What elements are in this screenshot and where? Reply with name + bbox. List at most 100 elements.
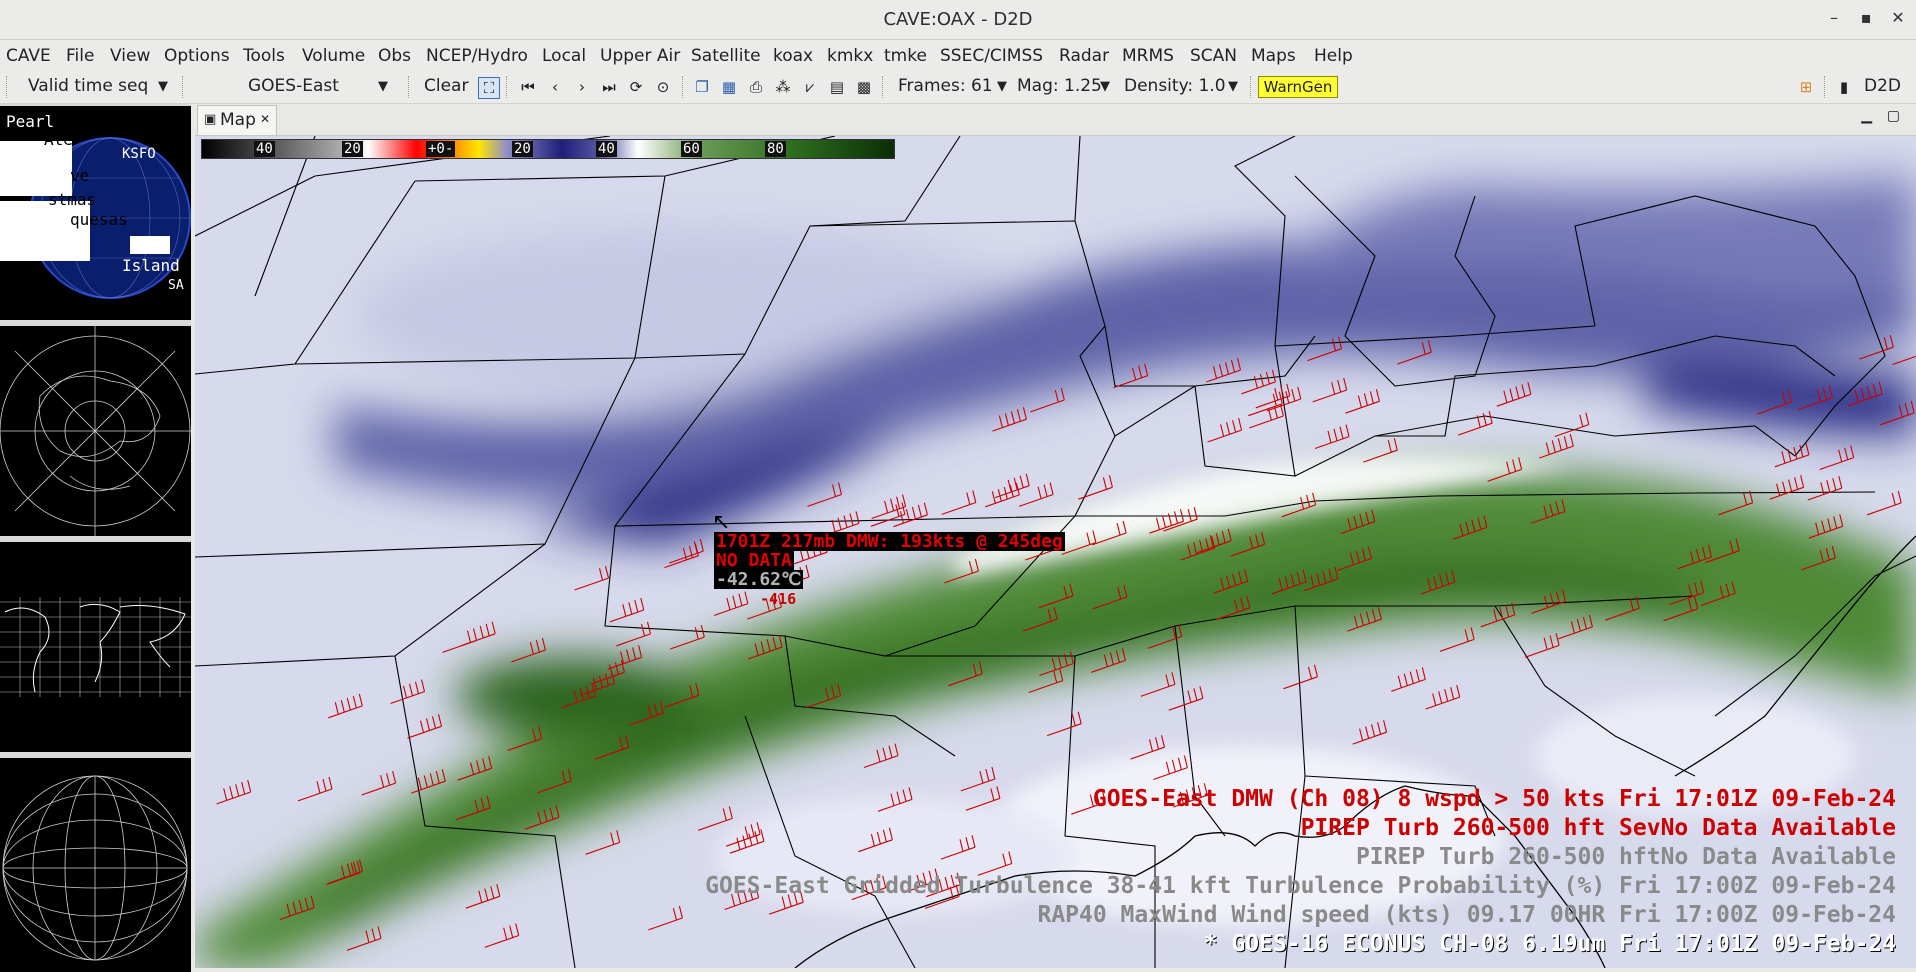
menu-tools[interactable]: Tools (243, 46, 285, 66)
legend-pirep-sev[interactable]: PIREP Turb 260-500 hft SevNo Data Availa… (1301, 815, 1896, 841)
maximize-view-icon[interactable]: ▢ (1887, 108, 1900, 124)
map-display[interactable]: 40 20 +0- 20 40 60 80 1701Z 217mb DMW: 1… (195, 136, 1916, 968)
thumbnail-world-map[interactable] (0, 542, 191, 752)
source-chevron-icon[interactable]: ▼ (378, 79, 388, 94)
color-bar: 40 20 +0- 20 40 60 80 (201, 139, 895, 159)
minimize-view-icon[interactable]: ▁ (1861, 108, 1872, 124)
colorbar-label: 60 (681, 141, 702, 157)
colorbar-label: +0- (426, 141, 456, 157)
mag-chevron-icon[interactable]: ▼ (1100, 79, 1110, 94)
sample-readout-pirep: NO DATA (714, 550, 794, 571)
toolbar-separator (408, 76, 409, 98)
menu-help[interactable]: Help (1314, 46, 1353, 66)
thumbnail-label: Pearl (6, 112, 55, 131)
legend-pirep[interactable]: PIREP Turb 260-500 hftNo Data Available (1356, 844, 1896, 870)
density-chevron-icon[interactable]: ▼ (1228, 79, 1238, 94)
menu-kmkx[interactable]: kmkx (827, 46, 873, 66)
toolbar-separator (506, 76, 507, 98)
window-title: CAVE:OAX - D2D (883, 9, 1033, 30)
thumbnail-label: stmas (48, 190, 97, 209)
maximize-icon[interactable]: ▪ (1854, 8, 1878, 27)
close-icon[interactable]: ✕ (1886, 8, 1910, 27)
time-mode-chevron-icon[interactable]: ▼ (158, 79, 168, 94)
legend-goes16-ch08[interactable]: * GOES-16 ECONUS CH-08 6.19um Fri 17:01Z… (1204, 931, 1896, 957)
d2d-perspective-button[interactable]: D2D (1864, 76, 1901, 96)
thumbnail-label: ve (70, 166, 90, 185)
frames-chevron-icon[interactable]: ▼ (997, 79, 1007, 94)
menu-file[interactable]: File (66, 46, 94, 66)
print-icon[interactable]: ⎙ (746, 77, 766, 97)
menu-radar[interactable]: Radar (1059, 46, 1109, 66)
legend-rap40-maxwind[interactable]: RAP40 MaxWind Wind speed (kts) 09.17 00H… (1037, 902, 1896, 928)
prev-frame-icon[interactable]: ‹ (545, 77, 565, 97)
warngen-button[interactable]: WarnGen (1258, 76, 1338, 98)
toolbar-separator (182, 76, 183, 98)
toolbar-separator (682, 76, 683, 98)
menu-bar: CAVE File View Options Tools Volume Obs … (0, 40, 1916, 70)
menu-mrms[interactable]: MRMS (1122, 46, 1174, 66)
loop-icon[interactable]: ⟳ (626, 77, 646, 97)
menu-koax[interactable]: koax (773, 46, 813, 66)
menu-volume[interactable]: Volume (302, 46, 365, 66)
colorbar-label: 20 (342, 141, 363, 157)
thumbnail-north-polar-map[interactable] (0, 326, 191, 536)
menu-upper-air[interactable]: Upper Air (600, 46, 680, 66)
menu-ssec-cimss[interactable]: SSEC/CIMSS (940, 46, 1043, 66)
last-frame-icon[interactable]: ⏭ (599, 77, 619, 97)
thumbnail-panel: Pearl Ate KSFO ve stmas quesas Island SA (0, 104, 191, 972)
menu-tmke[interactable]: tmke (884, 46, 927, 66)
zoom-fit-icon[interactable]: ⛶ (478, 77, 500, 99)
source-dropdown[interactable]: GOES-East (248, 76, 339, 96)
thumbnail-label: SA (168, 278, 184, 293)
map-tab-icon: ▣ (204, 112, 217, 127)
points-icon[interactable]: ⁂ (773, 77, 793, 97)
toolbar-separator (1250, 76, 1251, 98)
toolbar: Valid time seq ▼ GOES-East ▼ Clear ⛶ ⏮ ‹… (0, 70, 1916, 104)
menu-view[interactable]: View (110, 46, 150, 66)
sample-readout: 1701Z 217mb DMW: 193kts @ 245deg NO DATA… (714, 532, 1065, 608)
frames-dropdown[interactable]: Frames: 61 (898, 76, 993, 96)
time-mode-dropdown[interactable]: Valid time seq (28, 76, 148, 96)
toolbar-separator (6, 76, 7, 98)
mag-dropdown[interactable]: Mag: 1.25 (1017, 76, 1102, 96)
sample-icon[interactable]: ⩗ (800, 77, 820, 97)
sample-readout-extra: -416 (760, 590, 797, 608)
menu-maps[interactable]: Maps (1251, 46, 1296, 66)
copy-display-icon[interactable]: ❐ (692, 77, 712, 97)
toolbar-separator (1824, 76, 1825, 98)
thumbnail-label: Ate (44, 130, 73, 149)
tab-map-label: Map (220, 110, 256, 130)
density-dropdown[interactable]: Density: 1.0 (1124, 76, 1226, 96)
auto-update-icon[interactable]: ⊙ (653, 77, 673, 97)
colorbar-label: 20 (512, 141, 533, 157)
title-bar: CAVE:OAX - D2D – ▪ ✕ (0, 0, 1916, 40)
minimize-icon[interactable]: – (1822, 8, 1846, 27)
menu-options[interactable]: Options (164, 46, 230, 66)
thumbnail-pacific-map[interactable]: Pearl Ate KSFO ve stmas quesas Island SA (0, 106, 191, 320)
editor-tab-bar: ▣ Map ✕ ▁ ▢ (195, 104, 1916, 136)
panel-four-icon[interactable]: ▩ (854, 77, 874, 97)
menu-scan[interactable]: SCAN (1190, 46, 1237, 66)
menu-cave[interactable]: CAVE (6, 46, 51, 66)
thumbnail-label: Island (122, 256, 180, 275)
next-frame-icon[interactable]: › (572, 77, 592, 97)
panel-single-icon[interactable]: ▤ (827, 77, 847, 97)
layout-icon[interactable]: ▦ (719, 77, 739, 97)
d2d-perspective-icon[interactable]: ▮ (1834, 77, 1854, 97)
close-tab-icon[interactable]: ✕ (260, 112, 270, 126)
first-frame-icon[interactable]: ⏮ (518, 77, 538, 97)
clear-button[interactable]: Clear (424, 76, 468, 96)
tab-map[interactable]: ▣ Map ✕ (197, 105, 277, 135)
legend-dmw[interactable]: GOES-East DMW (Ch 08) 8 wspd > 50 kts Fr… (1093, 786, 1896, 812)
menu-obs[interactable]: Obs (378, 46, 411, 66)
open-perspective-icon[interactable]: ⊞ (1796, 77, 1816, 97)
colorbar-label: 80 (765, 141, 786, 157)
thumbnail-label: quesas (70, 210, 128, 229)
legend-gridded-turbulence[interactable]: GOES-East Gridded Turbulence 38-41 kft T… (705, 873, 1896, 899)
menu-ncep-hydro[interactable]: NCEP/Hydro (426, 46, 528, 66)
menu-local[interactable]: Local (542, 46, 586, 66)
colorbar-label: 40 (596, 141, 617, 157)
menu-satellite[interactable]: Satellite (691, 46, 761, 66)
thumbnail-globe-map[interactable] (0, 758, 191, 972)
sample-readout-temperature: -42.62℃ (714, 569, 804, 590)
